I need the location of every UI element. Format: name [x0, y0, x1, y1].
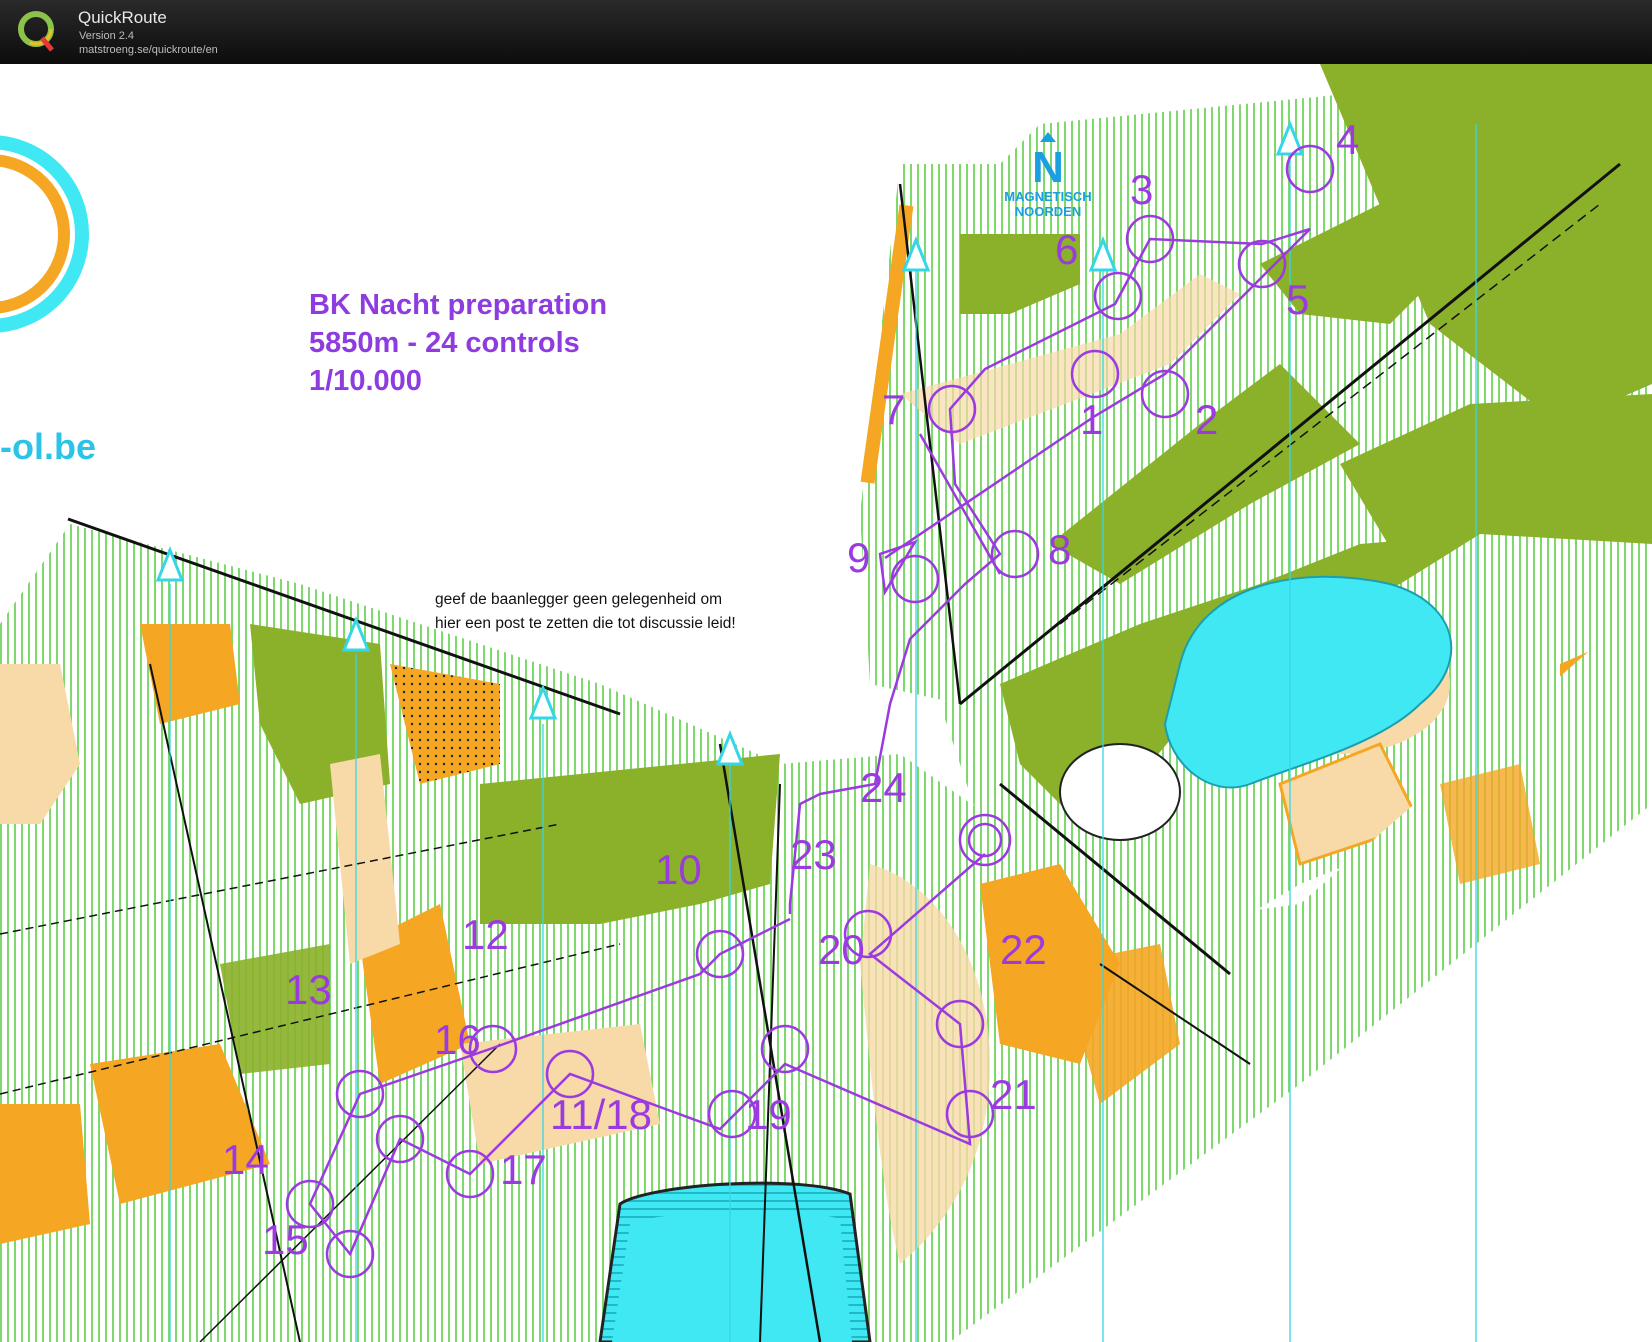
- control-label: 5: [1286, 276, 1309, 323]
- magnetic-north-sign: N MAGNETISCH NOORDEN: [1000, 132, 1096, 219]
- control-label: 21: [990, 1071, 1037, 1118]
- north-arrow-icon: N: [1032, 132, 1064, 192]
- control-label: 12: [462, 911, 509, 958]
- control-label: 6: [1055, 226, 1078, 273]
- website-text: -ol.be: [0, 426, 96, 467]
- note-line: hier een post te zetten die tot discussi…: [435, 615, 736, 632]
- control-label: 9: [847, 534, 870, 581]
- north-letter: N: [1032, 143, 1064, 186]
- control-label: 17: [500, 1146, 547, 1193]
- control-label: 4: [1336, 116, 1359, 163]
- app-version: Version 2.4: [79, 30, 135, 42]
- control-label: 22: [1000, 926, 1047, 973]
- control-label: 14: [222, 1136, 269, 1183]
- control-label: 11/18: [550, 1091, 652, 1138]
- course-length: 5850m - 24 controls: [309, 327, 580, 359]
- note-line: geef de baanlegger geen gelegenheid om: [435, 591, 722, 608]
- map-note: geef de baanlegger geen gelegenheid om h…: [435, 588, 736, 636]
- control-label: 3: [1130, 166, 1153, 213]
- control-label: 16: [434, 1016, 481, 1063]
- control-label: 24: [860, 764, 907, 811]
- control-label: 2: [1195, 396, 1218, 443]
- control-label: 1: [1080, 396, 1103, 443]
- course-title: BK Nacht preparation 5850m - 24 controls…: [309, 286, 607, 400]
- quickroute-logo-icon: [18, 11, 54, 52]
- control-label: 7: [882, 386, 905, 433]
- control-label: 15: [262, 1216, 309, 1263]
- control-label: 19: [745, 1091, 792, 1138]
- app-name: QuickRoute: [78, 8, 167, 27]
- course-name: BK Nacht preparation: [309, 289, 608, 321]
- control-label: 10: [655, 846, 702, 893]
- orienteering-map[interactable]: 1 2 3 4 5 6 7 8 9 10 11/18 12 13 14 15 1…: [0, 64, 1652, 1342]
- control-label: 23: [790, 831, 837, 878]
- control-label: 13: [285, 966, 332, 1013]
- control-label: 8: [1048, 526, 1071, 573]
- north-label-2: NOORDEN: [1014, 204, 1082, 219]
- map-canvas: 1 2 3 4 5 6 7 8 9 10 11/18 12 13 14 15 1…: [0, 64, 1652, 1342]
- north-label-1: MAGNETISCH: [1004, 189, 1092, 204]
- logo-ring: [0, 135, 89, 333]
- control-label: 20: [818, 926, 865, 973]
- app-url: matstroeng.se/quickroute/en: [79, 44, 218, 56]
- map-scale: 1/10.000: [309, 365, 422, 397]
- title-bar: QuickRoute Version 2.4 matstroeng.se/qui…: [0, 0, 1652, 64]
